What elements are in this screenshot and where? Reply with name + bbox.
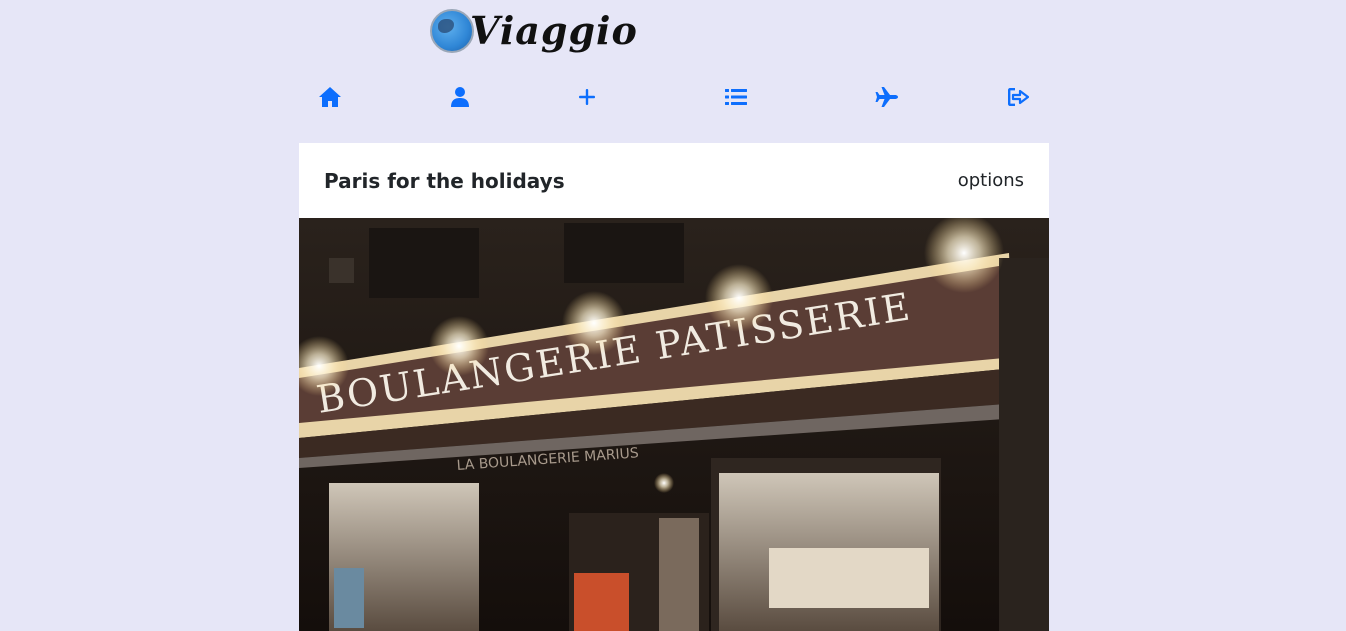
nav-profile[interactable]: [445, 84, 475, 110]
plane-icon: [875, 87, 898, 107]
user-icon: [451, 87, 469, 107]
nav-home[interactable]: [315, 84, 345, 110]
plus-icon: [579, 89, 595, 105]
globe-icon: [430, 9, 474, 53]
post-photo: BOULANGERIE PATISSERIE LA BOULANGERIE MA…: [299, 218, 1049, 631]
brand-logo[interactable]: Viaggio: [430, 2, 637, 60]
nav-list[interactable]: [721, 84, 751, 110]
home-icon: [319, 87, 341, 107]
nav-logout[interactable]: [1003, 84, 1033, 110]
brand-name: Viaggio: [470, 8, 638, 53]
nav-add[interactable]: [572, 84, 602, 110]
main-nav: [0, 84, 1346, 110]
options-button[interactable]: options: [958, 170, 1024, 191]
nav-trips[interactable]: [872, 84, 902, 110]
bakery-storefront-image: BOULANGERIE PATISSERIE LA BOULANGERIE MA…: [299, 218, 1049, 631]
post-title: Paris for the holidays: [324, 168, 565, 193]
list-icon: [725, 89, 747, 105]
logout-icon: [1008, 88, 1029, 106]
post-header: Paris for the holidays options: [299, 143, 1049, 218]
